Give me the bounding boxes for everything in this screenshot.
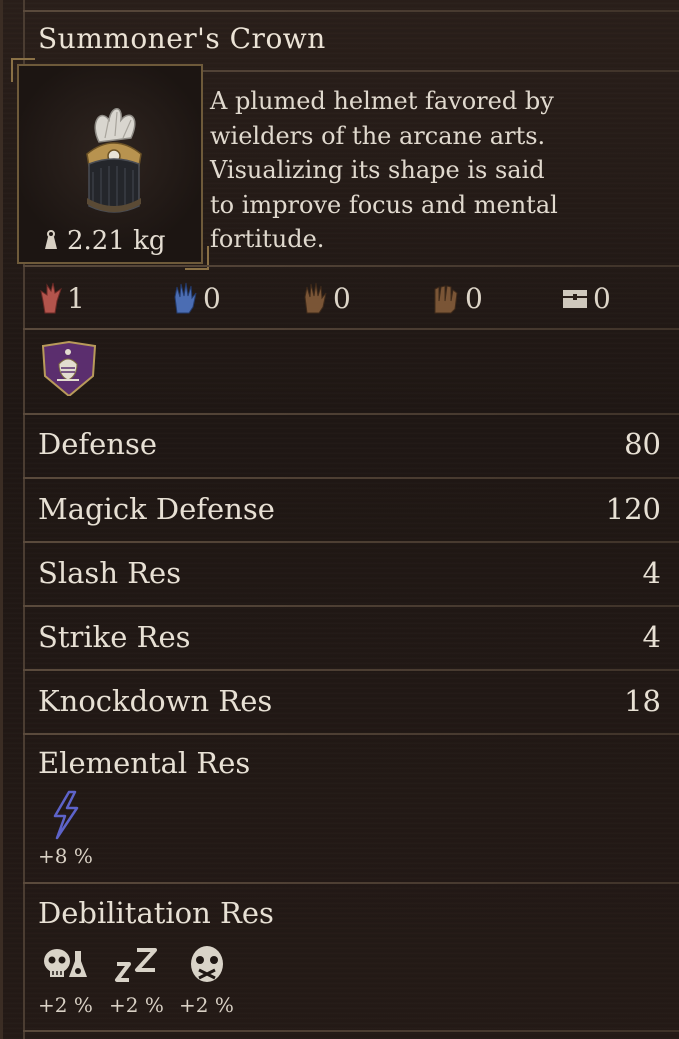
poison-skull-icon [44,949,87,977]
divider [23,882,679,884]
stat-label: Knockdown Res [38,684,273,718]
divider [23,605,679,607]
description-line: fortitude. [210,225,325,253]
vocation-count-value: 0 [333,281,351,315]
sleep-icon [115,948,157,982]
divider [23,669,679,671]
item-description: A plumed helmet favored by wielders of t… [210,84,590,257]
lightning-icon [53,790,79,840]
description-line: A plumed helmet favored by [210,87,554,115]
silence-mask-icon [191,946,223,982]
vocation-count-1: 1 [39,280,85,316]
elemental-res-value: +8 % [38,844,93,868]
divider [23,10,679,12]
vocation-count-4: 0 [431,280,483,316]
vocation-count-value: 0 [593,281,611,315]
description-line: wielders of the arcane arts. [210,121,546,150]
chest-icon [563,290,587,308]
vocation-count-3: 0 [301,280,351,316]
stat-row-defense: Defense 80 [38,424,661,464]
blue-hand-icon [174,282,197,314]
divider [23,265,679,267]
stat-label: Defense [38,427,158,461]
stat-label: Strike Res [38,620,191,654]
stat-row-slash-res: Slash Res 4 [38,553,661,593]
divider [23,1030,679,1032]
vocation-count-2: 0 [171,280,221,316]
divider [23,733,679,735]
elemental-res-label: Elemental Res [38,746,251,780]
description-line: Visualizing its shape is said [210,156,545,184]
vocation-count-5: 0 [561,280,611,316]
divider [23,328,679,330]
description-line: to improve focus and mental [210,190,558,219]
divider [23,477,679,479]
brown-fist-icon [434,285,458,314]
divider [23,413,679,415]
vocation-count-value: 0 [465,281,483,315]
divider [23,541,679,543]
stat-value: 120 [605,492,661,526]
weight-icon [45,230,57,249]
item-weight: 2.21 kg [41,226,166,256]
stat-row-strike-res: Strike Res 4 [38,617,661,657]
red-claw-icon [40,282,62,314]
stat-value: 80 [624,427,661,461]
debilitation-res-value: +2 % [38,993,93,1017]
item-weight-value: 2.21 kg [67,226,166,256]
item-portrait-frame: 2.21 kg [11,58,209,270]
stat-label: Magick Defense [38,492,275,526]
item-name: Summoner's Crown [38,22,326,55]
stat-row-knockdown-res: Knockdown Res 18 [38,681,661,721]
stat-value: 4 [642,556,661,590]
vocation-count-row: 1 0 0 0 0 [3,280,679,316]
stat-value: 4 [642,620,661,654]
debilitation-res-value: +2 % [179,993,234,1017]
vocation-count-value: 1 [67,281,85,315]
stat-value: 18 [624,684,661,718]
helmet-icon [86,108,142,213]
debilitation-res-value: +2 % [109,993,164,1017]
item-tooltip-panel: Summoner's Crown 2.21 kg A plumed helmet… [0,0,679,1039]
vocation-count-value: 0 [203,281,221,315]
stat-label: Slash Res [38,556,182,590]
debilitation-res-label: Debilitation Res [38,896,274,930]
brown-hand-icon [304,282,327,314]
stat-row-magick-defense: Magick Defense 120 [38,489,661,529]
vocation-emblem [39,340,99,400]
mage-emblem-icon [41,340,97,398]
